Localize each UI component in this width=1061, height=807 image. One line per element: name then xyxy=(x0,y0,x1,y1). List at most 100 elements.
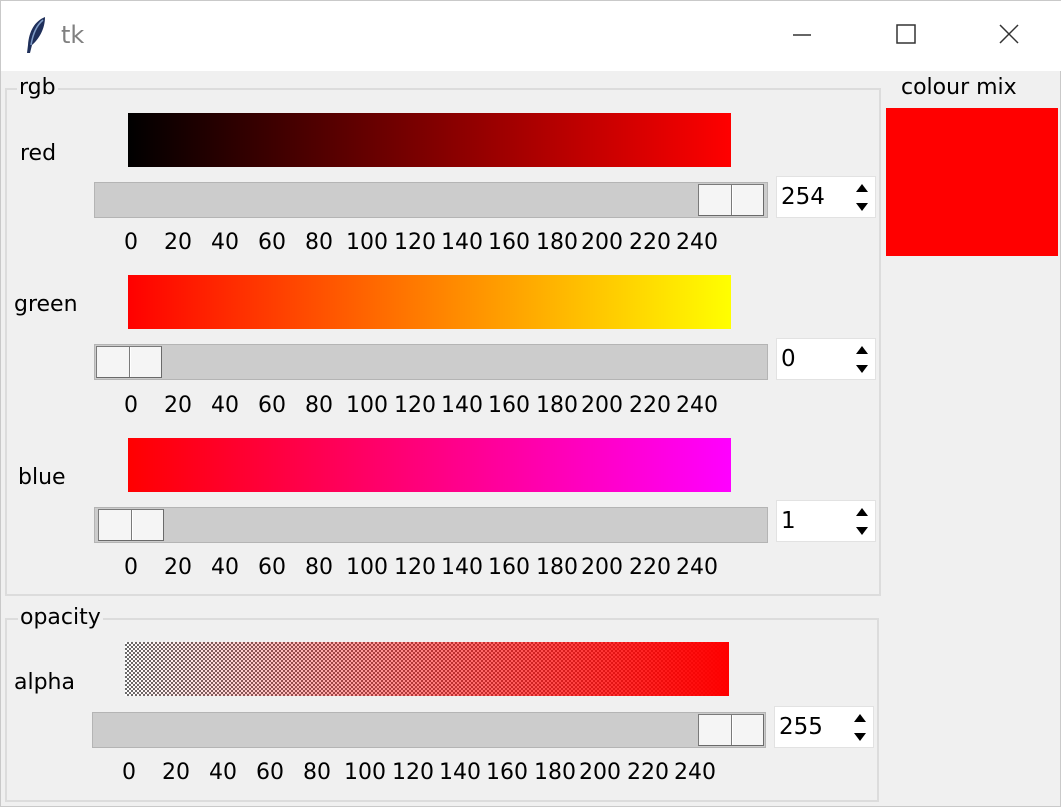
scale-tick-label: 240 xyxy=(676,393,718,418)
scale-tick-label: 100 xyxy=(344,760,386,785)
scale-tick-label: 60 xyxy=(258,393,286,418)
scale-tick-label: 0 xyxy=(124,230,138,255)
scale-tick-label: 20 xyxy=(164,393,192,418)
scale-tick-label: 140 xyxy=(441,393,483,418)
red-spin-down-arrow-icon[interactable] xyxy=(852,198,872,216)
green-spin-up-arrow-icon[interactable] xyxy=(852,341,872,359)
scale-tick-label: 20 xyxy=(164,230,192,255)
blue-gradient-swatch xyxy=(128,438,731,492)
window-title: tk xyxy=(61,21,85,49)
scale-tick-label: 0 xyxy=(122,760,136,785)
scale-tick-label: 40 xyxy=(211,555,239,580)
scale-tick-label: 100 xyxy=(346,555,388,580)
scale-tick-label: 180 xyxy=(536,555,578,580)
scale-tick-label: 40 xyxy=(209,760,237,785)
scale-tick-label: 200 xyxy=(581,230,623,255)
scale-tick-label: 60 xyxy=(258,230,286,255)
scale-tick-label: 200 xyxy=(581,393,623,418)
scale-tick-label: 200 xyxy=(581,555,623,580)
blue-label: blue xyxy=(18,465,66,490)
scale-tick-label: 60 xyxy=(256,760,284,785)
green-label: green xyxy=(14,292,78,317)
scale-tick-label: 220 xyxy=(629,230,671,255)
scale-tick-label: 40 xyxy=(211,230,239,255)
scale-tick-label: 180 xyxy=(534,760,576,785)
scale-tick-label: 140 xyxy=(441,230,483,255)
scale-tick-label: 120 xyxy=(394,555,436,580)
scale-tick-label: 20 xyxy=(164,555,192,580)
scale-tick-label: 120 xyxy=(392,760,434,785)
green-gradient-swatch xyxy=(128,275,731,329)
scale-tick-label: 240 xyxy=(676,230,718,255)
blue-scale-ticks: 0 20 40 60 80 100 120 140 160 180 200 220 240 xyxy=(1,555,761,585)
green-slider[interactable] xyxy=(94,344,768,380)
scale-tick-label: 220 xyxy=(629,393,671,418)
red-spin-up-arrow-icon[interactable] xyxy=(852,179,872,197)
blue-value[interactable]: 1 xyxy=(781,508,796,534)
alpha-spin-down-arrow-icon[interactable] xyxy=(850,728,870,746)
red-label: red xyxy=(20,141,57,166)
red-spinbox[interactable]: 254 xyxy=(776,176,876,218)
red-value[interactable]: 254 xyxy=(781,184,825,210)
scale-tick-label: 180 xyxy=(536,393,578,418)
colour-mix-label: colour mix xyxy=(901,75,1017,100)
red-slider[interactable] xyxy=(94,182,768,218)
scale-tick-label: 160 xyxy=(488,230,530,255)
scale-tick-label: 80 xyxy=(305,555,333,580)
scale-tick-label: 160 xyxy=(488,393,530,418)
alpha-value[interactable]: 255 xyxy=(779,714,823,740)
scale-tick-label: 120 xyxy=(394,393,436,418)
alpha-slider-thumb[interactable] xyxy=(698,714,764,746)
scale-tick-label: 0 xyxy=(124,393,138,418)
green-slider-thumb[interactable] xyxy=(96,346,162,378)
scale-tick-label: 100 xyxy=(346,393,388,418)
alpha-slider[interactable] xyxy=(92,712,766,748)
feather-icon xyxy=(27,17,45,53)
red-gradient-swatch xyxy=(128,113,731,167)
tk-window: tk rgb red 254 0 20 40 60 80 100 120 140… xyxy=(0,0,1061,807)
blue-slider-thumb[interactable] xyxy=(98,509,164,541)
scale-tick-label: 240 xyxy=(674,760,716,785)
alpha-label: alpha xyxy=(14,670,75,695)
scale-tick-label: 40 xyxy=(211,393,239,418)
maximize-button[interactable] xyxy=(855,1,959,69)
scale-tick-label: 60 xyxy=(258,555,286,580)
alpha-scale-ticks: 0 20 40 60 80 100 120 140 160 180 200 220 240 xyxy=(0,760,759,790)
green-scale-ticks: 0 20 40 60 80 100 120 140 160 180 200 220 240 xyxy=(1,393,761,423)
close-button[interactable] xyxy=(958,1,1061,69)
green-value[interactable]: 0 xyxy=(781,346,796,372)
scale-tick-label: 180 xyxy=(536,230,578,255)
blue-spinbox[interactable]: 1 xyxy=(776,500,876,542)
maximize-icon xyxy=(896,24,916,44)
scale-tick-label: 80 xyxy=(303,760,331,785)
close-icon xyxy=(999,24,1019,44)
scale-tick-label: 160 xyxy=(486,760,528,785)
scale-tick-label: 220 xyxy=(629,555,671,580)
minimize-button[interactable] xyxy=(751,1,855,69)
blue-spin-up-arrow-icon[interactable] xyxy=(852,503,872,521)
scale-tick-label: 240 xyxy=(676,555,718,580)
scale-tick-label: 100 xyxy=(346,230,388,255)
red-scale-ticks: 0 20 40 60 80 100 120 140 160 180 200 220 240 xyxy=(1,230,761,260)
green-spinbox[interactable]: 0 xyxy=(776,338,876,380)
scale-tick-label: 220 xyxy=(627,760,669,785)
alpha-spinbox[interactable]: 255 xyxy=(774,706,874,748)
opacity-frame-label: opacity xyxy=(18,605,103,631)
alpha-gradient-overlay xyxy=(125,642,729,696)
blue-spin-down-arrow-icon[interactable] xyxy=(852,522,872,540)
alpha-gradient-swatch xyxy=(125,642,729,696)
blue-slider[interactable] xyxy=(94,507,768,543)
title-bar[interactable]: tk xyxy=(1,1,1061,71)
rgb-frame-label: rgb xyxy=(17,75,58,101)
scale-tick-label: 200 xyxy=(579,760,621,785)
scale-tick-label: 80 xyxy=(305,393,333,418)
scale-tick-label: 20 xyxy=(162,760,190,785)
minimize-icon xyxy=(793,34,811,36)
alpha-spin-up-arrow-icon[interactable] xyxy=(850,709,870,727)
red-slider-thumb[interactable] xyxy=(698,184,764,216)
scale-tick-label: 0 xyxy=(124,555,138,580)
scale-tick-label: 140 xyxy=(441,555,483,580)
scale-tick-label: 140 xyxy=(439,760,481,785)
green-spin-down-arrow-icon[interactable] xyxy=(852,360,872,378)
scale-tick-label: 80 xyxy=(305,230,333,255)
